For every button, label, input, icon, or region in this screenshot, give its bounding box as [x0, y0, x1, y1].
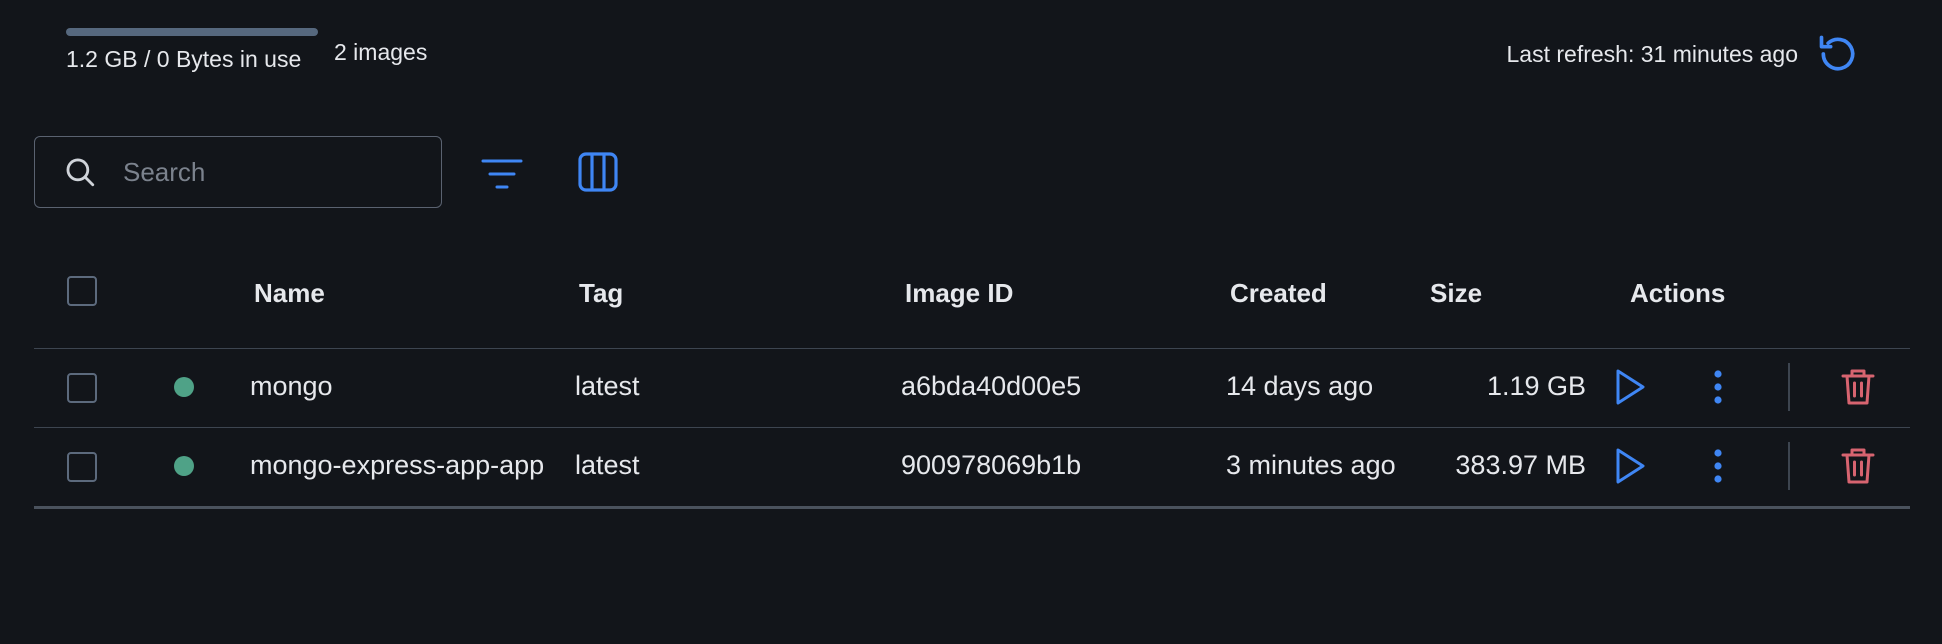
header-size[interactable]: Size [1430, 278, 1482, 309]
search-icon [63, 154, 99, 190]
select-all-checkbox[interactable] [67, 276, 97, 306]
image-created: 14 days ago [1226, 371, 1374, 401]
table-row[interactable]: mongo-express-app-app latest 900978069b1… [34, 428, 1910, 509]
image-name: mongo [250, 371, 333, 401]
row-checkbox[interactable] [67, 373, 97, 403]
columns-icon[interactable] [574, 148, 622, 196]
image-id: 900978069b1b [901, 450, 1082, 480]
header-name[interactable]: Name [254, 278, 325, 309]
image-name: mongo-express-app-app [250, 450, 545, 480]
images-count: 2 images [334, 39, 428, 65]
header-tag[interactable]: Tag [579, 278, 623, 309]
status-dot [174, 456, 194, 476]
image-size: 383.97 MB [1455, 450, 1586, 480]
disk-usage: 1.2 GB / 0 Bytes in use [66, 28, 318, 72]
actions-divider [1788, 363, 1790, 411]
run-icon[interactable] [1608, 444, 1652, 488]
usage-bar [66, 28, 318, 36]
search-input[interactable] [121, 155, 405, 189]
row-checkbox[interactable] [67, 452, 97, 482]
image-created: 3 minutes ago [1226, 450, 1396, 480]
run-icon[interactable] [1608, 365, 1652, 409]
delete-icon[interactable] [1836, 365, 1880, 409]
image-tag: latest [575, 371, 640, 401]
filter-icon[interactable] [478, 150, 526, 198]
header-image-id[interactable]: Image ID [905, 278, 1013, 309]
last-refresh-text: Last refresh: 31 minutes ago [1506, 40, 1799, 67]
image-size: 1.19 GB [1486, 371, 1586, 401]
search-box[interactable] [34, 136, 442, 208]
delete-icon[interactable] [1836, 444, 1880, 488]
images-page: 1.2 GB / 0 Bytes in use 2 images Last re… [0, 0, 1942, 644]
status-dot [174, 377, 194, 397]
header-created[interactable]: Created [1230, 278, 1327, 309]
image-tag: latest [575, 450, 640, 480]
table-row[interactable]: mongo latest a6bda40d00e5 14 days ago 1.… [34, 349, 1910, 428]
header-actions: Actions [1630, 278, 1726, 308]
more-options-icon[interactable] [1696, 365, 1740, 409]
refresh-icon[interactable] [1814, 30, 1862, 78]
more-options-icon[interactable] [1696, 444, 1740, 488]
image-id: a6bda40d00e5 [901, 371, 1082, 401]
usage-text: 1.2 GB / 0 Bytes in use [66, 46, 302, 72]
table-header: Name Tag Image ID Created Size Actions [34, 262, 1910, 349]
actions-divider [1788, 442, 1790, 490]
images-table: Name Tag Image ID Created Size Actions m… [34, 262, 1910, 509]
refresh-status: Last refresh: 31 minutes ago [1507, 30, 1863, 78]
